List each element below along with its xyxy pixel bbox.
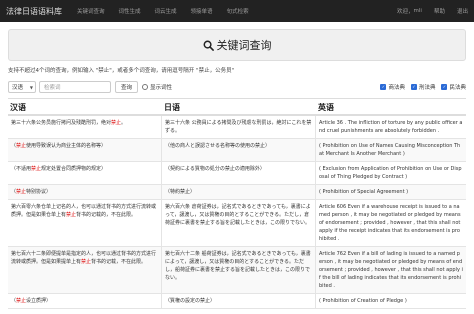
search-input[interactable]: 检索词 — [39, 81, 111, 93]
cell-english: ( Prohibition of Creation of Pledge ) — [319, 298, 407, 304]
table-body: 第三十六条公务员施行拷问及残酷刑罚，绝对禁止。 第三十六条 公務員による拷問及び残… — [8, 116, 466, 309]
cell-english: Article 762 Even if a bill of lading is … — [319, 251, 463, 289]
language-select[interactable]: 汉语 ▼ — [8, 81, 36, 93]
cell-english: Article 36 . The infliction of torture b… — [319, 120, 463, 134]
radio-circle — [142, 84, 149, 90]
search-title-panel: 关键词查询 — [8, 29, 466, 61]
cell-japanese: 第七百六十二条 船荷証券は，記名式であるときであっても，裏書によって，譲渡し，又… — [162, 247, 316, 293]
filter-label: 商法典 — [388, 85, 405, 91]
cell-japanese: （特約禁止） — [162, 185, 316, 199]
cell-japanese: （質権の設定の禁止） — [162, 294, 316, 308]
show-pos-label: 显示词性 — [150, 85, 173, 91]
nav-sentence-search[interactable]: 句式检索 — [220, 7, 256, 15]
table-row: （禁止设立质押） （質権の設定の禁止）( Prohibition of Creat… — [8, 294, 466, 309]
column-header-chinese: 汉语 — [10, 103, 26, 112]
nav-wordcloud[interactable]: 词云生成 — [148, 7, 184, 15]
keyword-highlight: 禁止 — [16, 143, 27, 149]
cell-text: 使用导致误认为商业主体的名称等） — [26, 143, 107, 149]
checkbox-checked-icon: ✓ — [410, 84, 417, 90]
nav-pos-generate[interactable]: 词性生成 — [112, 7, 148, 15]
table-row: （不适用禁止规定处置合同质押物的规定） （契約による質物の処分の禁止の適用除外）(… — [8, 162, 466, 185]
cell-text: 特别协议） — [26, 189, 52, 195]
welcome-text: 欢迎， — [397, 9, 414, 15]
show-pos-radio[interactable]: 显示词性 — [142, 83, 172, 91]
keyword-highlight: 禁止 — [66, 212, 77, 218]
keyword-highlight: 禁止 — [31, 166, 42, 172]
cell-english: Article 606 Even if a warehouse receipt … — [319, 204, 461, 242]
cell-chinese: （禁止特别协议） — [8, 185, 162, 199]
cell-english: ( Prohibition on Use of Names Causing Mi… — [319, 143, 461, 157]
column-header-english: 英语 — [318, 103, 334, 112]
table-row: （禁止使用导致误认为商业主体的名称等） （他の商人と誤認させる名称等の使用の禁止）… — [8, 139, 466, 162]
search-controls: 汉语 ▼ 检索词 查询 显示词性 ✓ 商法典 ✓ 刑法典 ✓ 民法典 — [8, 80, 466, 94]
page-title: 关键词查询 — [203, 37, 272, 53]
cell-text: 。 — [121, 120, 127, 126]
cell-chinese: 第三十六条公务员施行拷问及残酷刑罚，绝对禁止。 — [8, 116, 162, 138]
corpus-filters: ✓ 商法典 ✓ 刑法典 ✓ 民法典 — [374, 83, 466, 91]
results-table: 汉语 日语 英语 第三十六条公务员施行拷问及残酷刑罚，绝对禁止。 第三十六条 公務… — [8, 98, 466, 309]
cell-chinese: （不适用禁止规定处置合同质押物的规定） — [8, 162, 162, 184]
search-hint: 支持不超过4个词的查询，例如输入 "禁止"，或者多个词查询，请用逗号隔开 "禁止… — [8, 68, 235, 74]
keyword-highlight: 禁止 — [16, 298, 27, 304]
cell-text: 规定处置合同质押物的规定） — [41, 166, 107, 172]
cell-text: 背书的记载，不在此限。 — [91, 259, 147, 265]
checkbox-checked-icon: ✓ — [380, 84, 387, 90]
page-title-text: 关键词查询 — [216, 39, 272, 52]
cell-text: 第三十六条公务员施行拷问及残酷刑罚，绝对 — [11, 120, 112, 126]
column-header-japanese: 日语 — [164, 103, 180, 112]
filter-civil-code[interactable]: ✓ 民法典 — [441, 83, 466, 91]
table-row: 第三十六条公务员施行拷问及残酷刑罚，绝对禁止。 第三十六条 公務員による拷問及び残… — [8, 116, 466, 139]
cell-japanese: 第六百六条 倉荷証券は，記名式であるときであっても，裏書によって，譲渡し，又は質… — [162, 200, 316, 246]
checkbox-checked-icon: ✓ — [441, 84, 448, 90]
cell-japanese: 第三十六条 公務員による拷問及び残虐な刑罰は，絶対にこれを禁ずる。 — [162, 116, 316, 138]
brand-logo[interactable]: 法律日语语料库 — [0, 6, 70, 17]
table-header: 汉语 日语 英语 — [8, 99, 466, 116]
cell-chinese: （禁止使用导致误认为商业主体的名称等） — [8, 139, 162, 161]
table-row: 第七百六十二条即便提单是指定的人，也可以通过背书的方式进行流转或质押。但是如果提… — [8, 247, 466, 294]
cell-japanese: （他の商人と誤認させる名称等の使用の禁止） — [162, 139, 316, 161]
cell-text: （不适用 — [11, 166, 32, 172]
keyword-highlight: 禁止 — [111, 120, 122, 126]
table-row: 第六百零六条仓单上记名的人，也可以通过背书的方式进行流转或质押。但是如果仓单上有… — [8, 200, 466, 247]
cell-text: 设立质押） — [26, 298, 52, 304]
table-row: （禁止特别协议） （特約禁止）( Prohibition of Special A… — [8, 185, 466, 200]
nav-collocation[interactable]: 领接单语 — [184, 7, 220, 15]
filter-label: 刑法典 — [418, 85, 436, 91]
cell-chinese: 第六百零六条仓单上记名的人，也可以通过背书的方式进行流转或质押。但是如果仓单上有… — [8, 200, 162, 246]
language-select-value: 汉语 — [12, 85, 24, 91]
cell-chinese: 第七百六十二条即便提单是指定的人，也可以通过背书的方式进行流转或质押。但是如果提… — [8, 247, 162, 293]
username-link[interactable]: mli — [414, 8, 428, 14]
cell-english: ( Exclusion from Application of Prohibit… — [319, 166, 462, 180]
search-icon — [203, 40, 214, 51]
nav-user-area: 欢迎， mli 帮助 退出 — [391, 7, 474, 15]
logout-link[interactable]: 退出 — [451, 7, 474, 15]
cell-english: ( Prohibition of Special Agreement ) — [319, 189, 409, 195]
top-navbar: 法律日语语料库 关键词查询 词性生成 词云生成 领接单语 句式检索 欢迎， ml… — [0, 0, 474, 22]
keyword-highlight: 禁止 — [81, 259, 92, 265]
nav-keyword-search[interactable]: 关键词查询 — [70, 7, 112, 15]
help-link[interactable]: 帮助 — [428, 7, 451, 15]
cell-chinese: （禁止设立质押） — [8, 294, 162, 308]
chevron-down-icon: ▼ — [29, 84, 33, 90]
filter-commercial-code[interactable]: ✓ 商法典 — [380, 83, 405, 91]
keyword-highlight: 禁止 — [16, 189, 27, 195]
filter-criminal-code[interactable]: ✓ 刑法典 — [410, 83, 436, 91]
cell-text: 背书的记载的，不在此限。 — [76, 212, 137, 218]
filter-label: 民法典 — [449, 85, 466, 91]
search-button[interactable]: 查询 — [115, 81, 139, 93]
cell-japanese: （契約による質物の処分の禁止の適用除外） — [162, 162, 316, 184]
